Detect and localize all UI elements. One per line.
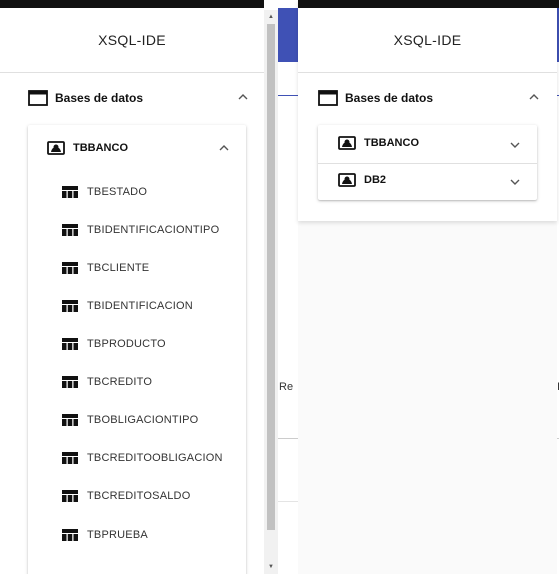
divider bbox=[318, 163, 537, 164]
top-border bbox=[0, 0, 264, 8]
vertical-scrollbar[interactable]: ▲ ▼ bbox=[264, 10, 278, 574]
database-name: TBBANCO bbox=[73, 142, 128, 154]
divider bbox=[278, 501, 298, 502]
table-item[interactable]: TBCREDITOSALDO bbox=[62, 490, 190, 502]
table-icon bbox=[62, 490, 78, 502]
database-icon bbox=[338, 173, 356, 187]
table-name: TBIDENTIFICACION bbox=[87, 300, 193, 312]
table-icon bbox=[62, 529, 78, 541]
table-name: TBOBLIGACIONTIPO bbox=[87, 414, 199, 426]
chevron-up-icon[interactable] bbox=[238, 93, 248, 100]
table-icon bbox=[62, 300, 78, 312]
background-text: Re bbox=[279, 381, 294, 393]
folder-icon bbox=[318, 90, 338, 106]
table-name: TBIDENTIFICACIONTIPO bbox=[87, 224, 220, 236]
app-toolbar-peek bbox=[278, 8, 298, 62]
table-icon bbox=[62, 414, 78, 426]
database-item-db2[interactable]: DB2 bbox=[338, 172, 386, 188]
database-name: TBBANCO bbox=[364, 137, 419, 149]
table-name: TBCREDITO bbox=[87, 376, 153, 388]
table-icon bbox=[62, 262, 78, 274]
left-navigation-drawer: XSQL-IDE Bases de datos TBBANCO TBESTADO… bbox=[0, 0, 264, 574]
top-border bbox=[298, 0, 559, 8]
table-name: TBESTADO bbox=[87, 186, 148, 198]
database-list-card: TBBANCO DB2 bbox=[318, 125, 537, 200]
database-item-tbbanco[interactable]: TBBANCO bbox=[338, 135, 419, 151]
table-name: TBPRODUCTO bbox=[87, 338, 166, 350]
table-item[interactable]: TBOBLIGACIONTIPO bbox=[62, 414, 198, 426]
table-item[interactable]: TBIDENTIFICACION bbox=[62, 300, 193, 312]
table-item[interactable]: TBESTADO bbox=[62, 186, 147, 198]
tab-indicator-peek bbox=[278, 95, 298, 96]
table-name: TBPRUEBA bbox=[87, 529, 148, 541]
divider bbox=[278, 438, 298, 439]
table-icon bbox=[62, 186, 78, 198]
databases-section-header[interactable]: Bases de datos bbox=[28, 88, 143, 108]
section-label: Bases de datos bbox=[55, 91, 144, 105]
chevron-up-icon[interactable] bbox=[529, 93, 539, 100]
table-item[interactable]: TBPRODUCTO bbox=[62, 338, 166, 350]
table-icon bbox=[62, 376, 78, 388]
database-icon bbox=[47, 141, 65, 155]
databases-section-header[interactable]: Bases de datos bbox=[318, 88, 433, 108]
chevron-up-icon[interactable] bbox=[219, 144, 229, 151]
database-header[interactable]: TBBANCO bbox=[47, 140, 128, 156]
table-name: TBCREDITOOBLIGACION bbox=[87, 452, 223, 464]
section-label: Bases de datos bbox=[345, 91, 434, 105]
app-title: XSQL-IDE bbox=[298, 8, 557, 73]
table-icon bbox=[62, 452, 78, 464]
database-icon bbox=[338, 136, 356, 150]
table-item[interactable]: TBCLIENTE bbox=[62, 262, 149, 274]
table-item[interactable]: TBCREDITOOBLIGACION bbox=[62, 452, 223, 464]
chevron-down-icon[interactable] bbox=[510, 179, 520, 186]
scrollbar-thumb[interactable] bbox=[267, 24, 275, 530]
app-title: XSQL-IDE bbox=[0, 8, 264, 73]
folder-icon bbox=[28, 90, 48, 106]
table-item[interactable]: TBIDENTIFICACIONTIPO bbox=[62, 224, 219, 236]
table-item[interactable]: TBPRUEBA bbox=[62, 529, 148, 541]
drawer-empty-area bbox=[298, 221, 557, 574]
table-name: TBCLIENTE bbox=[87, 262, 150, 274]
scroll-down-arrow-icon[interactable]: ▼ bbox=[264, 560, 278, 574]
table-name: TBCREDITOSALDO bbox=[87, 490, 191, 502]
database-name: DB2 bbox=[364, 174, 387, 186]
background-content bbox=[278, 0, 298, 574]
table-icon bbox=[62, 338, 78, 350]
chevron-down-icon[interactable] bbox=[510, 142, 520, 149]
table-icon bbox=[62, 224, 78, 236]
table-item[interactable]: TBCREDITO bbox=[62, 376, 152, 388]
scroll-up-arrow-icon[interactable]: ▲ bbox=[264, 10, 278, 24]
